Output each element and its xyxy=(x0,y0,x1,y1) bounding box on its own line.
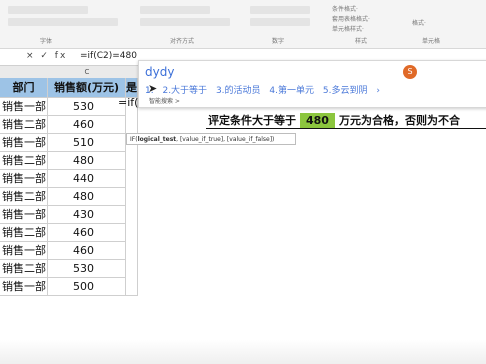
header-extra[interactable]: 是 xyxy=(126,78,138,98)
ime-composition: dydy xyxy=(145,65,175,79)
group-font-label: 字体 xyxy=(40,38,53,45)
tooltip-fn: IF( xyxy=(130,136,138,143)
number-format-buttons[interactable] xyxy=(250,18,310,26)
dept-cell[interactable]: 销售二部 xyxy=(0,260,48,278)
dept-cell[interactable]: 销售一部 xyxy=(0,278,48,296)
statement-value: 480 xyxy=(300,113,335,128)
ime-candidate[interactable]: 4.第一单元 xyxy=(269,86,314,96)
ime-smart-search[interactable]: 智能搜索 > xyxy=(149,96,180,105)
dept-cell[interactable]: 销售二部 xyxy=(0,224,48,242)
sales-cell[interactable]: 530 xyxy=(48,98,126,116)
formula-buttons[interactable]: × ✓ fx xyxy=(26,51,67,61)
dept-cell[interactable]: 销售一部 xyxy=(0,134,48,152)
ime-next-page-icon[interactable]: › xyxy=(376,86,380,96)
font-format-controls[interactable] xyxy=(8,18,118,26)
sales-cell[interactable]: 430 xyxy=(48,206,126,224)
ime-candidates: 1. 2.大于等于 3.的活动员 4.第一单元 5.多云到阴 › xyxy=(145,83,386,96)
ime-candidate[interactable]: 3.的活动员 xyxy=(216,86,261,96)
sales-cell[interactable]: 460 xyxy=(48,224,126,242)
sales-cell[interactable]: 480 xyxy=(48,152,126,170)
group-cells-label: 单元格 xyxy=(422,38,441,45)
sales-cell[interactable]: 500 xyxy=(48,278,126,296)
sales-cell[interactable]: 460 xyxy=(48,116,126,134)
statement-suffix: 万元为合格，否则为不合 xyxy=(338,114,460,127)
sales-cell[interactable]: 440 xyxy=(48,170,126,188)
ime-candidate-window: dydy S 1. 2.大于等于 3.的活动员 4.第一单元 5.多云到阴 › … xyxy=(138,60,486,108)
ime-logo-icon[interactable]: S xyxy=(403,65,417,79)
mouse-pointer-icon: ➤ xyxy=(148,82,158,95)
header-sales[interactable]: 销售额(万元) xyxy=(48,78,126,98)
dept-cell[interactable]: 销售一部 xyxy=(0,98,48,116)
conditional-format-button[interactable]: 条件格式· xyxy=(332,4,358,13)
sales-cell[interactable]: 530 xyxy=(48,260,126,278)
dept-cell[interactable]: 销售一部 xyxy=(0,242,48,260)
column-d-cells[interactable] xyxy=(126,98,138,296)
sales-cell[interactable]: 510 xyxy=(48,134,126,152)
number-format-dropdown[interactable] xyxy=(250,6,310,14)
condition-statement: 评定条件大于等于 480 万元为合格，否则为不合 xyxy=(208,112,460,128)
statement-prefix: 评定条件大于等于 xyxy=(208,114,296,127)
cell-style-button[interactable]: 单元格样式· xyxy=(332,24,364,33)
tooltip-arg-current[interactable]: logical_test xyxy=(138,136,177,143)
dept-cell[interactable]: 销售一部 xyxy=(0,206,48,224)
table-format-button[interactable]: 套用表格格式· xyxy=(332,14,370,23)
group-number-label: 数字 xyxy=(272,38,285,45)
tooltip-args-rest: , [value_if_true], [value_if_false]) xyxy=(176,136,275,143)
dept-cell[interactable]: 销售一部 xyxy=(0,170,48,188)
bottom-area xyxy=(0,340,486,364)
header-dept[interactable]: 部门 xyxy=(0,78,48,98)
sales-cell[interactable]: 480 xyxy=(48,188,126,206)
dept-cell[interactable]: 销售二部 xyxy=(0,188,48,206)
align-controls[interactable] xyxy=(140,6,210,14)
formula-input[interactable]: =if(C2)=480 xyxy=(80,51,137,61)
group-style-label: 样式 xyxy=(355,38,368,45)
ribbon: 条件格式· 套用表格格式· 单元格样式· 格式· 字体 对齐方式 数字 样式 单… xyxy=(0,0,486,49)
ime-candidate[interactable]: 2.大于等于 xyxy=(162,86,207,96)
dept-cell[interactable]: 销售二部 xyxy=(0,116,48,134)
statement-underline xyxy=(206,128,486,129)
ime-candidate[interactable]: 5.多云到阴 xyxy=(323,86,368,96)
indent-controls[interactable] xyxy=(140,18,230,26)
dept-cell[interactable]: 销售二部 xyxy=(0,152,48,170)
group-align-label: 对齐方式 xyxy=(170,38,195,45)
function-tooltip[interactable]: IF(logical_test, [value_if_true], [value… xyxy=(126,133,296,145)
sales-cell[interactable]: 460 xyxy=(48,242,126,260)
cell-format-button[interactable]: 格式· xyxy=(412,18,426,27)
font-controls[interactable] xyxy=(8,6,88,14)
